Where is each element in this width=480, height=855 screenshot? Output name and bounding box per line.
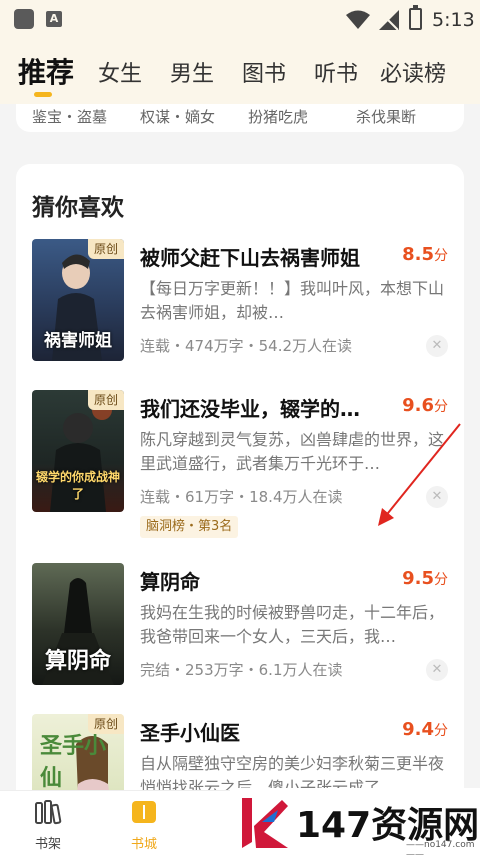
dismiss-icon[interactable]: ✕ <box>426 659 448 681</box>
book-title: 被师父赶下山去祸害师姐 <box>140 246 360 270</box>
nav-label: 书城 <box>130 837 157 852</box>
book-score: 8.5分 <box>402 244 448 265</box>
book-description: 我妈在生我的时候被野兽叼走，十二年后，我爸带回来一个女人，三天后，我… <box>140 603 445 646</box>
book-score: 9.4分 <box>402 719 448 740</box>
genre-tag[interactable]: 鉴宝・盗墓 <box>32 106 107 127</box>
wifi-icon <box>346 10 370 29</box>
book-item[interactable]: 圣手小仙 原创 圣手小仙医 9.4分 自从隔壁独守空房的美少妇李秋菊三更半夜悄悄… <box>16 714 464 790</box>
tab-books[interactable]: 图书 <box>242 56 286 88</box>
genre-tags-card: 鉴宝・盗墓 权谋・嫡女 扮猪吃虎 杀伐果断 <box>16 104 464 132</box>
book-cover[interactable]: 祸害师姐 原创 <box>32 239 124 361</box>
genre-tag[interactable]: 杀伐果断 <box>356 106 416 127</box>
book-title: 算阴命 <box>140 570 200 594</box>
book-description: 【每日万字更新！！】我叫叶风，本想下山去祸害师姐，却被… <box>140 279 445 322</box>
nav-label: 书架 <box>34 837 61 852</box>
book-score: 9.5分 <box>402 568 448 589</box>
original-badge: 原创 <box>88 239 124 259</box>
section-title: 猜你喜欢 <box>32 195 124 221</box>
book-meta: 连载・61万字・18.4万人在读 <box>140 488 343 506</box>
tab-must-read[interactable]: 必读榜 <box>380 56 446 88</box>
book-title: 圣手小仙医 <box>140 721 240 745</box>
app-a-icon: A <box>46 11 62 27</box>
book-item[interactable]: 祸害师姐 原创 被师父赶下山去祸害师姐 8.5分 【每日万字更新！！】我叫叶风，… <box>16 239 464 399</box>
main-content[interactable]: 鉴宝・盗墓 权谋・嫡女 扮猪吃虎 杀伐果断 猜你喜欢 祸害师姐 原创 被师父赶下… <box>0 104 480 790</box>
active-tab-indicator <box>34 92 52 97</box>
tab-female[interactable]: 女生 <box>98 56 142 88</box>
cover-text: 圣手小仙 <box>40 733 107 790</box>
genre-tag[interactable]: 权谋・嫡女 <box>140 106 215 127</box>
watermark-url: ——no147.com—— <box>406 840 475 855</box>
book-cover[interactable]: 辍学的你成战神了 原创 <box>32 390 124 512</box>
genre-tag[interactable]: 扮猪吃虎 <box>248 106 308 127</box>
book-meta: 完结・253万字・6.1万人在读 <box>140 661 343 679</box>
battery-icon <box>409 5 422 30</box>
notification-icon <box>14 9 34 29</box>
cover-text: 算阴命 <box>44 648 111 674</box>
book-cover[interactable]: 圣手小仙 原创 <box>32 714 124 790</box>
book-cover[interactable]: 算阴命 <box>32 563 124 685</box>
book-score: 9.6分 <box>402 395 448 416</box>
book-meta: 连载・474万字・54.2万人在读 <box>140 337 353 355</box>
watermark-logo-icon <box>242 798 288 848</box>
status-bar: A 5:13 <box>0 0 480 40</box>
nav-bookshelf[interactable]: 书架 <box>18 799 78 852</box>
cover-text: 辍学的你成战神了 <box>35 470 120 501</box>
clock: 5:13 <box>432 9 475 31</box>
category-tabs: 推荐 女生 男生 图书 听书 必读榜 <box>0 40 480 104</box>
tab-recommend[interactable]: 推荐 <box>18 51 74 91</box>
nav-bookstore[interactable]: 书城 <box>114 799 174 852</box>
annotation-arrow <box>378 423 461 526</box>
bookshelf-icon <box>35 800 62 825</box>
rank-badge[interactable]: 脑洞榜・第3名 <box>140 516 239 538</box>
original-badge: 原创 <box>88 714 124 734</box>
original-badge: 原创 <box>88 390 124 410</box>
tab-audiobooks[interactable]: 听书 <box>314 56 358 88</box>
dismiss-icon[interactable]: ✕ <box>426 335 448 357</box>
bookstore-icon <box>132 801 156 823</box>
book-description: 自从隔壁独守空房的美少妇李秋菊三更半夜悄悄找张云之后，傻小子张云成了… <box>140 754 445 790</box>
cover-text: 祸害师姐 <box>44 331 112 351</box>
signal-icon <box>379 10 399 31</box>
watermark: 147资源网 ——no147.com—— <box>230 788 480 855</box>
book-title: 我们还没毕业，辍学的… <box>140 397 360 421</box>
tab-male[interactable]: 男生 <box>170 56 214 88</box>
book-item[interactable]: 算阴命 算阴命 9.5分 我妈在生我的时候被野兽叼走，十二年后，我爸带回来一个女… <box>16 563 464 723</box>
